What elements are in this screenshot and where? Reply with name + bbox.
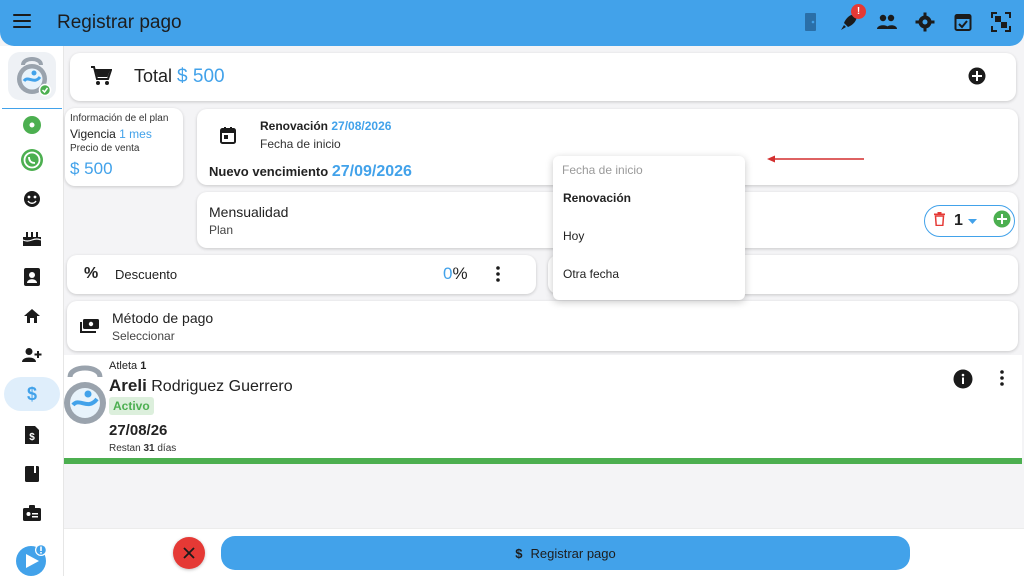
- price-value: $ 500: [70, 159, 113, 178]
- badge-icon[interactable]: [0, 496, 64, 530]
- svg-text:$: $: [27, 384, 37, 404]
- menu-option-renovacion[interactable]: Renovación: [563, 191, 631, 205]
- invoice-icon[interactable]: $: [0, 418, 64, 452]
- register-payment-button[interactable]: $ Registrar pago: [221, 536, 910, 570]
- help-icon[interactable]: [0, 542, 64, 576]
- book-icon[interactable]: [0, 457, 64, 491]
- add-circle-icon[interactable]: [968, 67, 986, 90]
- calendar-check-icon[interactable]: [952, 10, 974, 34]
- cart-icon: [90, 66, 113, 91]
- qr-scan-icon[interactable]: [990, 10, 1012, 34]
- add-quantity-icon[interactable]: [993, 210, 1011, 233]
- chevron-down-icon[interactable]: [967, 212, 977, 230]
- remaining-prefix: Restan: [109, 443, 141, 454]
- total-label: Total: [134, 66, 173, 86]
- item-subtitle: Plan: [209, 223, 234, 237]
- renewal-label: Renovación: [260, 119, 329, 133]
- plan-info-label: Información de el plan: [70, 113, 169, 124]
- face-icon[interactable]: [0, 182, 64, 216]
- athlete-last-name: Rodriguez Guerrero: [151, 378, 293, 395]
- status-badge: Activo: [109, 397, 154, 415]
- start-date-menu: Fecha de inicio Renovación Hoy Otra fech…: [553, 156, 745, 300]
- dollar-sign-icon: $: [515, 545, 523, 561]
- new-expiry-label: Nuevo vencimiento: [209, 164, 329, 179]
- cake-icon[interactable]: [0, 221, 64, 255]
- svg-text:$: $: [29, 432, 35, 443]
- whatsapp-icon[interactable]: [0, 143, 64, 177]
- contact-card-icon[interactable]: [0, 260, 64, 294]
- price-label: Precio de venta: [70, 143, 140, 154]
- payment-icon: [80, 318, 100, 339]
- menu-option-otra-fecha[interactable]: Otra fecha: [563, 267, 619, 281]
- add-person-icon[interactable]: [0, 338, 64, 372]
- rocket-icon[interactable]: !: [838, 4, 866, 34]
- discount-unit: %: [452, 264, 468, 283]
- menu-icon[interactable]: [13, 14, 31, 30]
- people-icon[interactable]: [876, 10, 898, 34]
- close-icon: [183, 547, 195, 559]
- register-payment-label: Registrar pago: [530, 545, 616, 561]
- menu-option-hoy[interactable]: Hoy: [563, 229, 584, 243]
- vigencia-label: Vigencia: [70, 127, 116, 141]
- discount-field[interactable]: 0%: [443, 264, 468, 284]
- remaining-suffix: días: [157, 443, 177, 454]
- payment-label: Método de pago: [112, 310, 214, 326]
- status-dot-icon[interactable]: [0, 108, 64, 142]
- home-icon[interactable]: [0, 299, 64, 333]
- gym-logo[interactable]: [8, 52, 56, 100]
- percent-icon: %: [84, 265, 99, 282]
- gear-icon[interactable]: [914, 10, 936, 34]
- info-icon[interactable]: [953, 369, 973, 394]
- athlete-label: Atleta: [109, 360, 138, 372]
- quantity-stepper[interactable]: 1: [924, 205, 1015, 237]
- athlete-avatar: [64, 363, 106, 438]
- start-date-label: Fecha de inicio: [260, 137, 341, 151]
- more-vert-icon[interactable]: [496, 266, 500, 287]
- quantity-value: 1: [954, 212, 963, 229]
- arrow-annotation: [767, 150, 865, 168]
- plan-info-card: Información de el plan Vigencia 1 mes Pr…: [65, 108, 183, 186]
- trash-icon[interactable]: [934, 211, 945, 231]
- door-icon[interactable]: [800, 10, 822, 34]
- remaining-days: 31: [143, 443, 155, 454]
- sidebar: $ $: [0, 46, 64, 576]
- new-expiry-value: 27/09/2026: [331, 163, 412, 180]
- discount-card: % Descuento 0%: [67, 255, 536, 294]
- athlete-card: Atleta 1 Areli Rodriguez Guerrero Activo…: [64, 355, 1022, 459]
- athlete-number: 1: [140, 360, 147, 372]
- dollar-icon[interactable]: $: [0, 377, 64, 411]
- calendar-icon: [220, 126, 236, 149]
- item-title: Mensualidad: [209, 204, 289, 220]
- total-card: Total $ 500: [70, 53, 1016, 101]
- page-title: Registrar pago: [57, 12, 182, 33]
- athlete-more-vert-icon[interactable]: [1000, 370, 1004, 391]
- renewal-date: 27/08/2026: [331, 119, 392, 133]
- app-bar: Registrar pago !: [0, 0, 1024, 46]
- notification-badge: !: [851, 4, 866, 19]
- vigencia-value: 1 mes: [119, 127, 152, 141]
- payment-method-card[interactable]: Método de pago Seleccionar: [67, 301, 1018, 351]
- athlete-first-name: Areli: [109, 376, 147, 395]
- cancel-button[interactable]: [173, 537, 205, 569]
- payment-value: Seleccionar: [112, 329, 175, 343]
- total-value: $ 500: [177, 66, 225, 87]
- athlete-date: 27/08/26: [109, 422, 168, 439]
- membership-progress-bar: [64, 458, 1022, 464]
- discount-label: Descuento: [115, 267, 178, 282]
- menu-header: Fecha de inicio: [562, 163, 643, 177]
